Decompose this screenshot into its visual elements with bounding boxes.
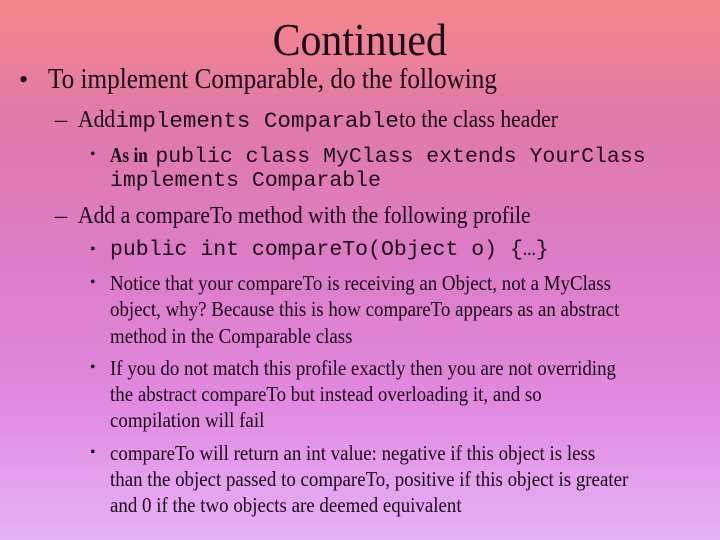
bullet-icon: • [90,444,96,461]
bullet-icon: • [90,146,96,163]
return-value-line3: and 0 if the two objects are deemed equi… [110,493,462,517]
bullet-add-compareto: Add a compareTo method with the followin… [78,203,531,229]
slide-title-text: Continued [272,15,448,65]
example-class-header-line1: As in public class MyClass extends YourC… [110,142,646,170]
return-value-line2: than the object passed to compareTo, pos… [110,467,629,491]
add-implements-suffix: to the class header [398,107,558,133]
notice-line3: method in the Comparable class [110,324,353,348]
as-in-label: As in [110,143,148,167]
add-implements-prefix: Add [78,107,116,133]
overriding-line1: If you do not match this profile exactly… [110,356,616,380]
notice-line2: object, why? Because this is how compare… [110,297,620,321]
notice-line1: Notice that your compareTo is receiving … [110,271,611,295]
dash-icon: – [55,203,67,229]
slide-title: Continued [0,14,720,66]
dash-icon: – [55,107,67,133]
overriding-line2: the abstract compareTo but instead overl… [110,382,542,406]
bullet-implement-comparable: To implement Comparable, do the followin… [48,64,497,95]
slide: Continued • To implement Comparable, do … [0,0,720,540]
bullet-add-implements: Add implements Comparable to the class h… [78,106,575,135]
bullet-icon: • [90,241,96,258]
code-compareto-profile: public int compareTo(Object o) {…} [110,238,549,262]
overriding-line3: compilation will fail [110,408,265,432]
return-value-line1: compareTo will return an int value: nega… [110,441,596,465]
bullet-icon: • [90,274,96,291]
bullet-icon: • [90,359,96,376]
code-class-header-line1: public class MyClass extends YourClass [155,145,646,169]
code-class-header-line2: implements Comparable [110,169,381,193]
code-implements-comparable: implements Comparable [115,108,399,134]
bullet-icon: • [19,65,29,94]
